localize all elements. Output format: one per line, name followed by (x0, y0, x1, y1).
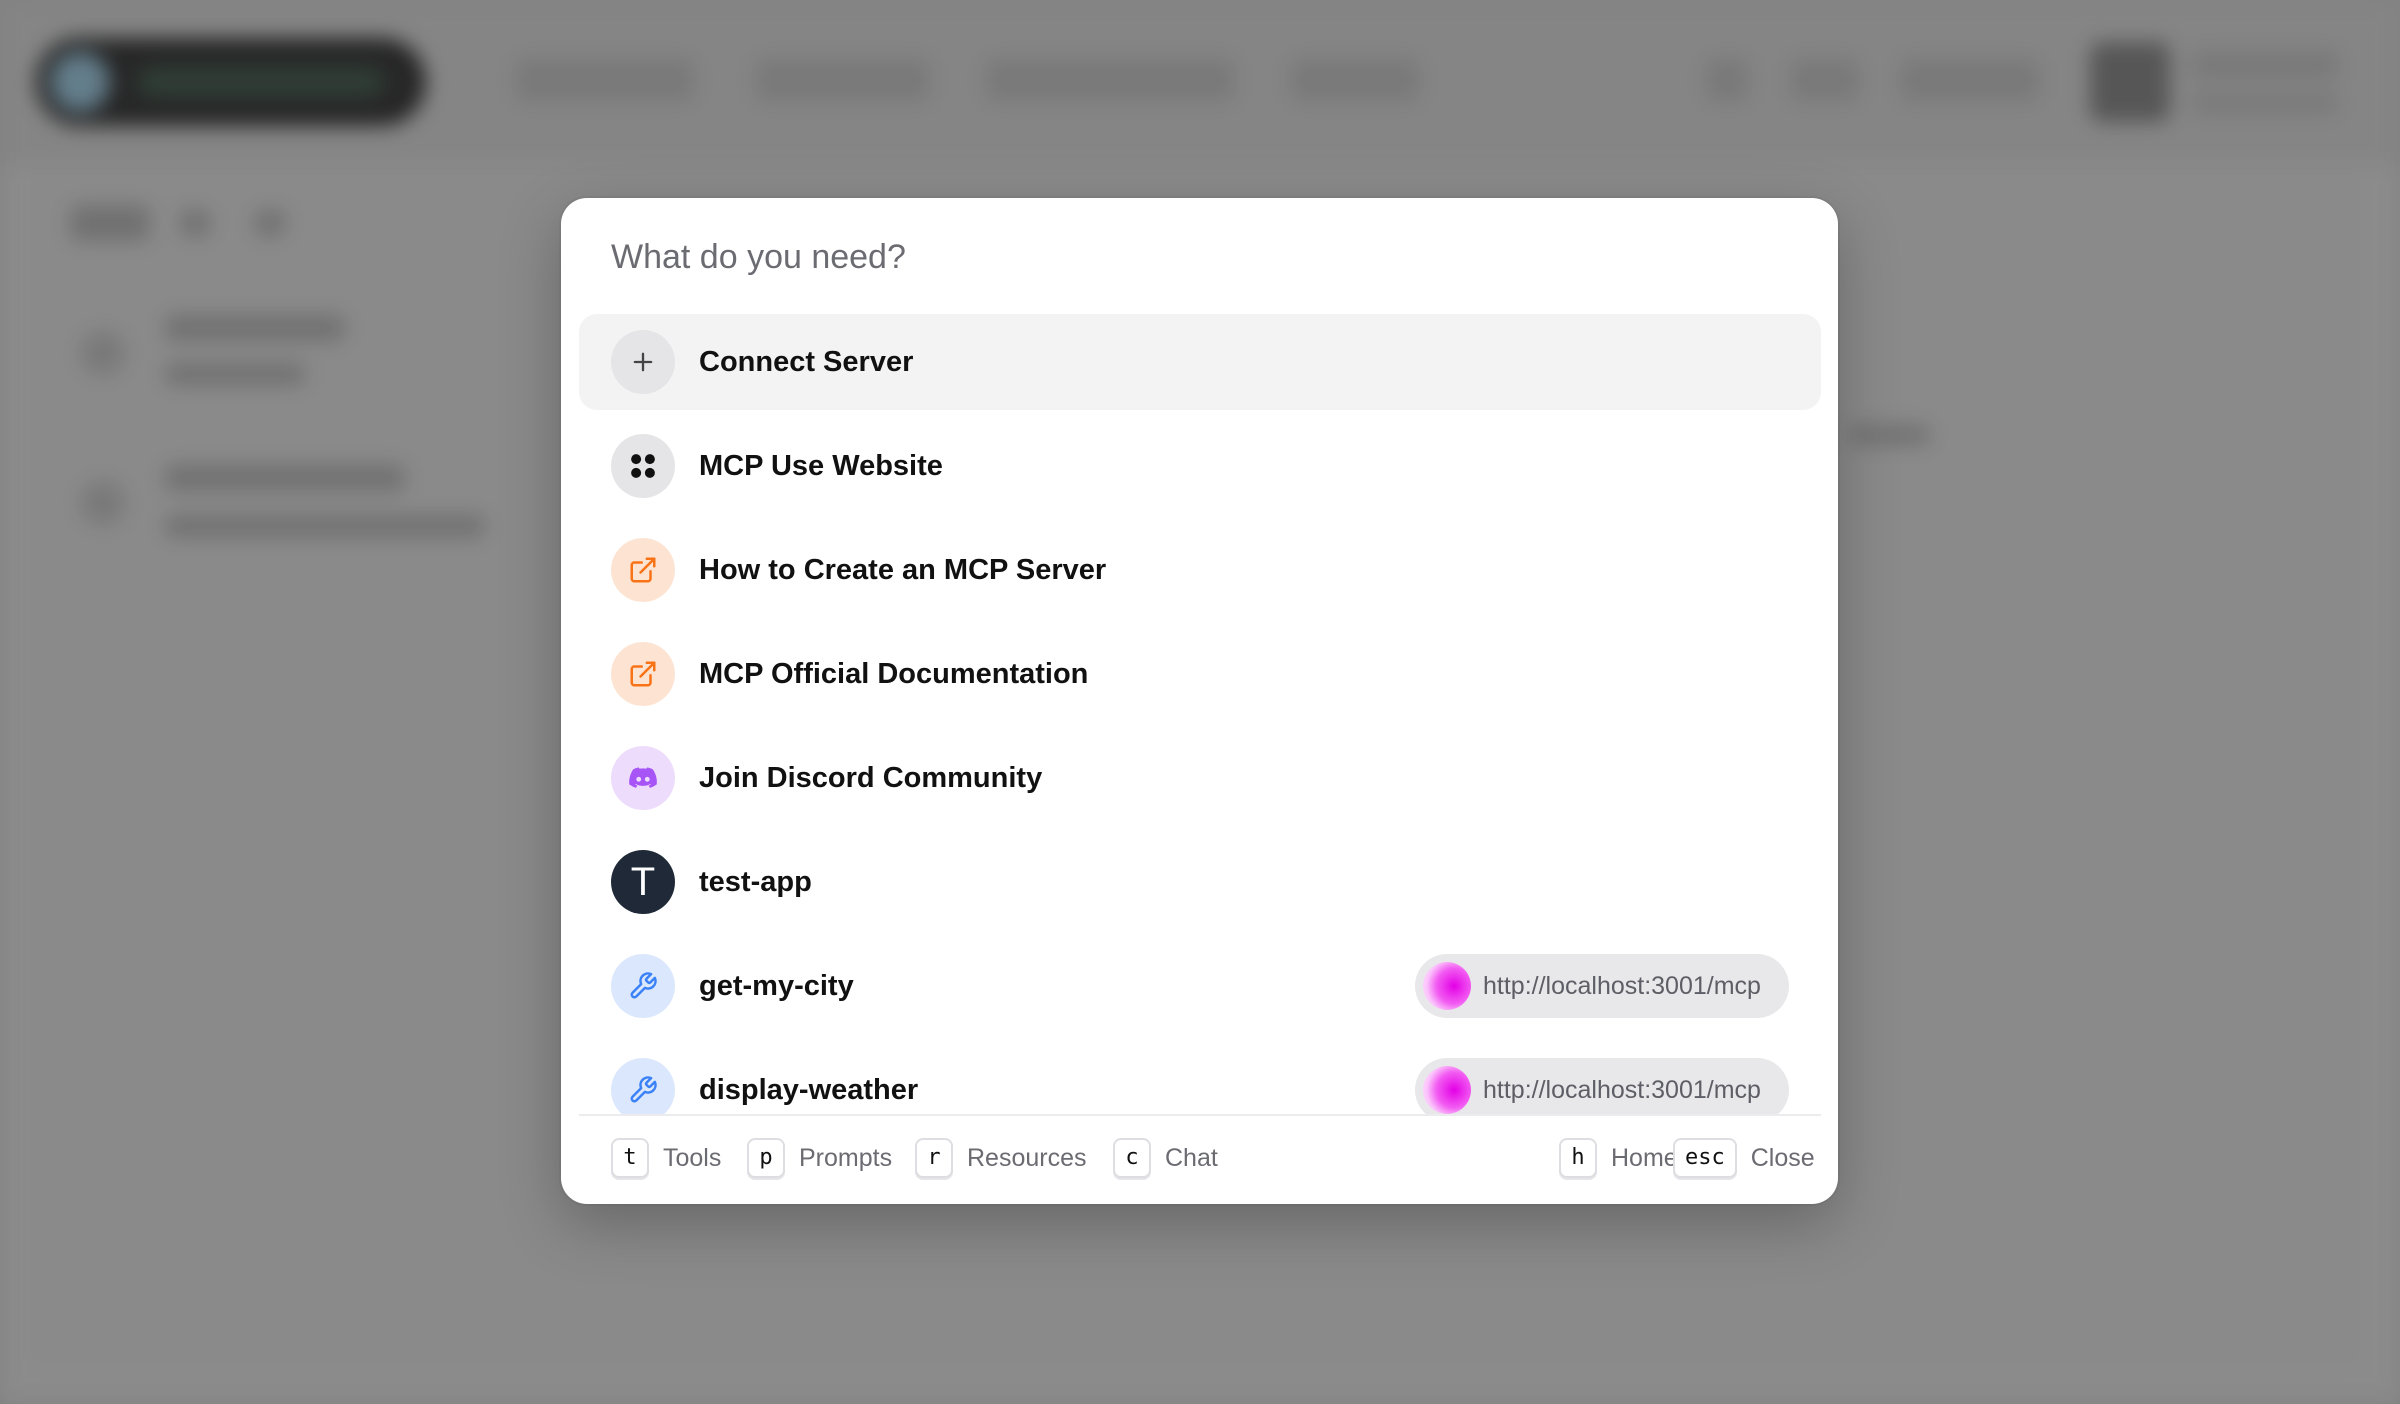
server-badge: http://localhost:3001/mcp (1415, 954, 1789, 1018)
command-item-label: display-weather (699, 1074, 919, 1106)
shortcut-label: Close (1750, 1143, 1815, 1172)
command-item-discord[interactable]: Join Discord Community (579, 730, 1821, 826)
app-avatar-letter: T (630, 860, 656, 904)
shortcut-key: p (747, 1138, 785, 1178)
shortcut-label: Home (1611, 1143, 1678, 1172)
command-item-label: Connect Server (699, 346, 914, 378)
command-item-mcp-docs[interactable]: MCP Official Documentation (579, 626, 1821, 722)
command-item-label: How to Create an MCP Server (699, 554, 1107, 586)
server-url: http://localhost:3001/mcp (1483, 1076, 1761, 1104)
command-palette: Connect Server MCP Use Website (561, 198, 1838, 1204)
discord-icon (611, 746, 675, 810)
shortcut-chat[interactable]: c Chat (1113, 1138, 1218, 1178)
app-avatar-icon: T (611, 850, 675, 914)
plus-icon (611, 330, 675, 394)
server-badge: http://localhost:3001/mcp (1415, 1058, 1789, 1114)
command-item-mcp-use-website[interactable]: MCP Use Website (579, 418, 1821, 514)
command-item-label: MCP Official Documentation (699, 658, 1089, 690)
wrench-icon (611, 954, 675, 1018)
command-item-label: get-my-city (699, 970, 854, 1002)
command-item-connect-server[interactable]: Connect Server (579, 314, 1821, 410)
external-link-icon (611, 642, 675, 706)
wrench-icon (611, 1058, 675, 1114)
command-list: Connect Server MCP Use Website How to Cr… (579, 314, 1821, 1114)
shortcut-label: Prompts (799, 1143, 893, 1172)
shortcut-label: Resources (967, 1143, 1087, 1172)
command-item-label: Join Discord Community (699, 762, 1043, 794)
shortcut-prompts[interactable]: p Prompts (747, 1138, 892, 1178)
server-url: http://localhost:3001/mcp (1483, 972, 1761, 1000)
command-item-tool-get-my-city[interactable]: get-my-city http://localhost:3001/mcp (579, 938, 1821, 1034)
shortcut-tools[interactable]: t Tools (611, 1138, 721, 1178)
external-link-icon (611, 538, 675, 602)
command-search-input[interactable] (609, 224, 1763, 290)
shortcut-home[interactable]: h Home (1559, 1138, 1678, 1178)
shortcut-key: r (915, 1138, 953, 1178)
shortcut-label: Tools (663, 1143, 722, 1172)
command-item-label: MCP Use Website (699, 450, 943, 482)
command-item-label: test-app (699, 866, 812, 898)
server-favicon-icon (1423, 1066, 1471, 1114)
shortcut-key: c (1113, 1138, 1151, 1178)
mcp-logo-icon (611, 434, 675, 498)
shortcut-footer: t Tools p Prompts r Resources c Chat h H… (579, 1114, 1821, 1204)
command-item-test-app[interactable]: T test-app (579, 834, 1821, 930)
shortcut-key: t (611, 1138, 649, 1178)
command-item-create-mcp-server[interactable]: How to Create an MCP Server (579, 522, 1821, 618)
shortcut-close[interactable]: esc Close (1673, 1138, 1815, 1178)
server-favicon-icon (1423, 962, 1471, 1010)
shortcut-key: h (1559, 1138, 1597, 1178)
shortcut-label: Chat (1165, 1143, 1218, 1172)
shortcut-resources[interactable]: r Resources (915, 1138, 1087, 1178)
shortcut-key: esc (1673, 1138, 1737, 1178)
search-row (561, 198, 1838, 310)
command-item-tool-display-weather[interactable]: display-weather http://localhost:3001/mc… (579, 1042, 1821, 1114)
